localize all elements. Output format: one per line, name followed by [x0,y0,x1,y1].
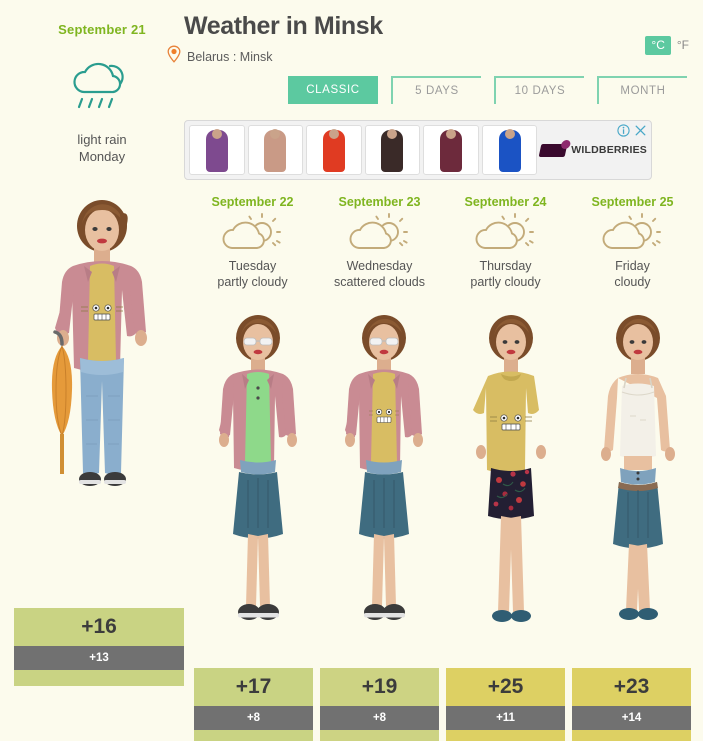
temperature-bar-today: +16 +13 [14,608,184,686]
temp-high: +16 [14,608,184,646]
temp-bar-footer [14,670,184,686]
info-icon[interactable] [617,124,630,142]
outfit-illustration-2 [455,312,567,662]
temp-bar-footer [572,730,691,741]
outfit-illustration-today [24,196,180,596]
ad-model-head [504,129,515,139]
celsius-button[interactable]: °C [645,36,671,55]
ad-thumbnail[interactable] [423,125,479,175]
outfit-illustration-0 [202,312,314,662]
ad-thumbnail[interactable] [189,125,245,175]
temperature-bar-3: +23 +14 [572,668,691,741]
fahrenheit-button[interactable]: °F [671,36,695,55]
forecast-date: September 22 [211,195,294,209]
forecast-day: Tuesday [228,259,277,273]
sun-behind-cloud-icon [598,213,668,257]
rain-cloud-icon [60,56,148,110]
map-pin-icon [167,45,181,68]
view-tabs[interactable]: CLASSIC 5 DAYS 10 DAYS MONTH [288,76,687,104]
outfit-illustration-3 [582,312,694,662]
today-condition-label: light rain [77,132,127,147]
tab-month[interactable]: MONTH [597,76,687,104]
tab-5-days[interactable]: 5 DAYS [391,76,481,104]
forecast-day: Thursday [479,259,532,273]
ad-model-head [328,129,339,139]
ad-model-head [445,129,456,139]
forecast-column-2[interactable]: September 24 Thursday partly cloudy [443,195,568,290]
forecast-column-1[interactable]: September 23 Wednesday scattered clouds [317,195,442,290]
unit-toggle[interactable]: °C °F [645,36,695,55]
forecast-column-0[interactable]: September 22 Tuesday partly cloudy [190,195,315,290]
temp-low: +11 [446,706,565,730]
forecast-date: September 24 [464,195,547,209]
temperature-bar-2: +25 +11 [446,668,565,741]
temp-high: +23 [572,668,691,706]
temp-high: +19 [320,668,439,706]
ad-thumbnail[interactable] [481,125,538,175]
forecast-date: September 23 [338,195,421,209]
tab-classic[interactable]: CLASSIC [288,76,378,104]
location-label: Belarus : Minsk [187,49,273,64]
location-row[interactable]: Belarus : Minsk [167,45,272,68]
ad-brand-label: WILDBERRIES [571,144,647,156]
ad-model-head [211,129,222,139]
sun-behind-cloud-icon [218,213,288,257]
today-date-label: September 21 [58,22,146,37]
temperature-bar-1: +19 +8 [320,668,439,741]
ad-brand[interactable]: WILDBERRIES [538,143,647,157]
temp-high: +17 [194,668,313,706]
ad-model-head [387,129,398,139]
close-icon[interactable] [634,124,647,142]
sun-behind-cloud-icon [345,213,415,257]
today-day-label: Monday [78,148,126,164]
ad-model-head [270,129,281,139]
temp-low: +13 [14,646,184,670]
forecast-condition: partly cloudy [217,274,288,289]
temp-bar-footer [194,730,313,741]
ad-thumbnail[interactable] [364,125,421,175]
temp-bar-footer [320,730,439,741]
forecast-day: Wednesday [346,259,413,273]
forecast-column-3[interactable]: September 25 Friday cloudy [570,195,695,290]
temp-bar-footer [446,730,565,741]
ad-controls[interactable] [617,124,647,142]
temp-high: +25 [446,668,565,706]
forecast-condition: partly cloudy [470,274,541,289]
temp-low: +14 [572,706,691,730]
temp-low: +8 [320,706,439,730]
forecast-day: Friday [615,259,650,273]
forecast-date: September 25 [591,195,674,209]
tab-10-days[interactable]: 10 DAYS [494,76,584,104]
forecast-condition: cloudy [614,274,651,289]
forecast-condition: scattered clouds [333,274,426,289]
wildberries-logo-icon [538,143,568,157]
temperature-bar-0: +17 +8 [194,668,313,741]
outfit-illustration-1 [328,312,440,662]
temp-low: +8 [194,706,313,730]
sun-behind-cloud-icon [471,213,541,257]
ad-thumbnail[interactable] [306,125,362,175]
page-title: Weather in Minsk [184,12,383,40]
ad-thumbnail[interactable] [247,125,304,175]
advertisement-banner[interactable]: WILDBERRIES [184,120,652,180]
today-condition-block: light rain Monday [24,132,180,166]
page-header: September 21 Weather in Minsk Belarus : … [0,0,703,118]
